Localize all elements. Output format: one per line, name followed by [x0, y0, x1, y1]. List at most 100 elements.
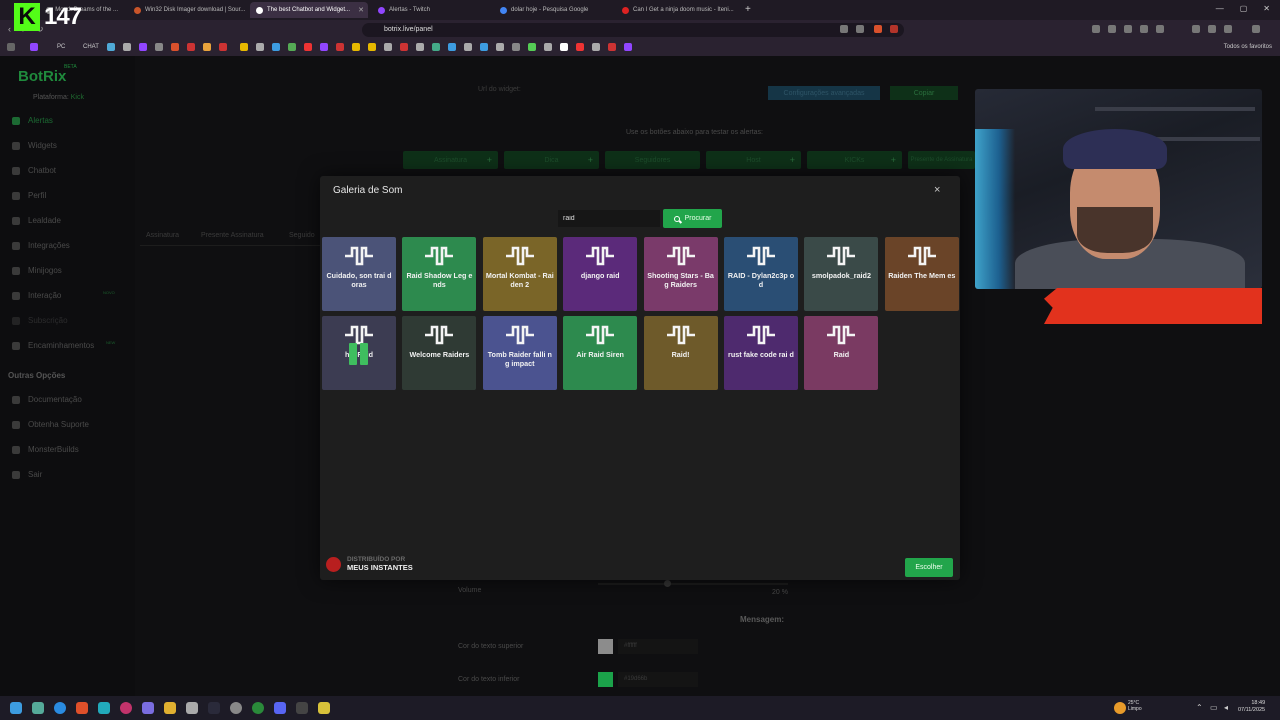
test-kicks-button[interactable]: KICKs +	[807, 151, 902, 169]
bookmark-icon[interactable]	[304, 43, 312, 51]
sidebar-item-documentacao[interactable]: Documentação	[12, 395, 82, 404]
bookmark-icon[interactable]	[30, 43, 38, 51]
chevron-up-icon[interactable]: ⌃	[1196, 703, 1203, 712]
bookmark-icon[interactable]	[592, 43, 600, 51]
bookmark-icon[interactable]	[139, 43, 147, 51]
sound-card[interactable]: rust fake code rai d	[724, 316, 798, 390]
sound-card[interactable]: Welcome Raiders	[402, 316, 477, 390]
share-icon[interactable]	[856, 25, 864, 33]
bookmark-icon[interactable]	[320, 43, 328, 51]
extension-icon[interactable]	[1224, 25, 1232, 33]
file-explorer-icon[interactable]	[164, 702, 176, 714]
pause-icon[interactable]	[349, 343, 369, 365]
sidebar-item-subscricao[interactable]: Subscrição	[12, 316, 68, 325]
test-tip-button[interactable]: Dica +	[504, 151, 599, 169]
sound-card[interactable]: RAID - Dylan2c3p od	[724, 237, 798, 311]
network-icon[interactable]: ▭	[1210, 703, 1218, 712]
all-favorites-link[interactable]: Todos os favoritos	[1224, 44, 1272, 50]
tab-seguidores[interactable]: Seguido	[289, 232, 315, 239]
sound-search-input[interactable]	[558, 210, 660, 227]
test-host-button[interactable]: Host +	[706, 151, 801, 169]
browser-tab-active[interactable]: The best Chatbot and Widget... ✕	[250, 2, 368, 18]
bookmark-label[interactable]: CHAT	[83, 44, 99, 50]
minimize-icon[interactable]: —	[1216, 4, 1224, 13]
bookmark-icon[interactable]	[171, 43, 179, 51]
bookmark-icon[interactable]	[288, 43, 296, 51]
download-icon[interactable]	[1156, 25, 1164, 33]
close-window-icon[interactable]: ✕	[1263, 4, 1270, 13]
top-color-swatch[interactable]	[598, 639, 613, 654]
sound-card[interactable]: Raid	[804, 316, 879, 390]
bookmark-icon[interactable]	[624, 43, 632, 51]
tab-presente-assinatura[interactable]: Presente Assinatura	[201, 232, 264, 239]
new-tab-button[interactable]: +	[745, 4, 751, 15]
taskbar-app-icon[interactable]	[318, 702, 330, 714]
sidebar-item-minijogos[interactable]: Minijogos	[12, 266, 62, 275]
brave-shield-icon[interactable]	[874, 25, 882, 33]
bookmark-icon[interactable]	[576, 43, 584, 51]
browser-tab[interactable]: Can I Get a ninja doom music - Iteni...	[616, 2, 738, 18]
bookmark-icon[interactable]	[155, 43, 163, 51]
volume-icon[interactable]: ◂	[1224, 703, 1228, 712]
choose-button[interactable]: Escolher	[905, 558, 953, 577]
menu-icon[interactable]	[1252, 25, 1260, 33]
advanced-settings-button[interactable]: Configurações avançadas	[768, 86, 880, 100]
sound-card[interactable]: Shooting Stars - Bag Raiders	[643, 237, 718, 311]
back-icon[interactable]: ‹	[8, 24, 11, 34]
bookmark-icon[interactable]	[432, 43, 440, 51]
sound-card[interactable]: django raid	[563, 237, 638, 311]
test-gift-sub-button[interactable]: Presente de Assinatura	[908, 151, 975, 169]
test-followers-button[interactable]: Seguidores	[605, 151, 700, 169]
bookmark-icon[interactable]	[384, 43, 392, 51]
maximize-icon[interactable]: ▢	[1240, 4, 1248, 13]
sound-card[interactable]: Mortal Kombat - Raiden 2	[482, 237, 557, 311]
bookmark-icon[interactable]	[608, 43, 616, 51]
bookmark-icon[interactable]	[400, 43, 408, 51]
bookmark-icon[interactable]	[464, 43, 472, 51]
bottom-color-field[interactable]: #19d66b	[618, 672, 698, 687]
weather-widget[interactable]: 25°C Limpo	[1128, 700, 1142, 712]
brave-rewards-icon[interactable]	[890, 25, 898, 33]
taskbar-app-icon[interactable]	[98, 702, 110, 714]
sound-card[interactable]: Tomb Raider falli ng impact	[482, 316, 557, 390]
sidebar-item-suporte[interactable]: Obtenha Suporte	[12, 420, 89, 429]
brand-logo[interactable]: BotRix	[18, 68, 66, 85]
sound-card[interactable]: Raiden The Mem es	[884, 237, 959, 311]
bookmark-icon[interactable]	[448, 43, 456, 51]
bookmark-icon[interactable]	[256, 43, 264, 51]
tab-assinatura[interactable]: Assinatura	[146, 232, 179, 239]
sound-card[interactable]: Air Raid Siren	[563, 316, 638, 390]
sound-card[interactable]: Raid Shadow Leg ends	[402, 237, 477, 311]
extension-icon[interactable]	[1140, 25, 1148, 33]
bookmark-icon[interactable]	[416, 43, 424, 51]
bookmark-icon[interactable]	[336, 43, 344, 51]
sound-card[interactable]: smolpadok_raid2	[804, 237, 879, 311]
browser-tab[interactable]: Win32 Disk Imager download | Sour...	[128, 2, 246, 18]
search-button[interactable]: Procurar	[663, 209, 722, 228]
bookmark-icon[interactable]	[272, 43, 280, 51]
windows-start-icon[interactable]	[10, 702, 22, 714]
extension-icon[interactable]	[1092, 25, 1100, 33]
extension-icon[interactable]	[1208, 25, 1216, 33]
sound-card[interactable]: Raid!	[643, 316, 718, 390]
bookmark-icon[interactable]	[107, 43, 115, 51]
url-field[interactable]: botrix.live/panel	[362, 23, 904, 37]
taskbar-app-icon[interactable]	[142, 702, 154, 714]
discord-icon[interactable]	[274, 702, 286, 714]
bookmark-icon[interactable]	[203, 43, 211, 51]
volume-slider-handle[interactable]	[664, 580, 671, 587]
steam-icon[interactable]	[208, 702, 220, 714]
sidebar-item-interacao[interactable]: Interação	[12, 291, 61, 300]
copy-button[interactable]: Copiar	[890, 86, 958, 100]
sidebar-item-monsterbuilds[interactable]: MonsterBuilds	[12, 445, 79, 454]
sidebar-item-sair[interactable]: Sair	[12, 470, 42, 479]
apps-icon[interactable]	[7, 43, 15, 51]
brave-icon[interactable]	[76, 702, 88, 714]
sidebar-item-lealdade[interactable]: Lealdade	[12, 216, 61, 225]
media-icon[interactable]	[1192, 25, 1200, 33]
bookmark-icon[interactable]	[496, 43, 504, 51]
bookmark-icon[interactable]	[544, 43, 552, 51]
extension-icon[interactable]	[1108, 25, 1116, 33]
taskbar-app-icon[interactable]	[120, 702, 132, 714]
bookmark-icon[interactable]	[187, 43, 195, 51]
